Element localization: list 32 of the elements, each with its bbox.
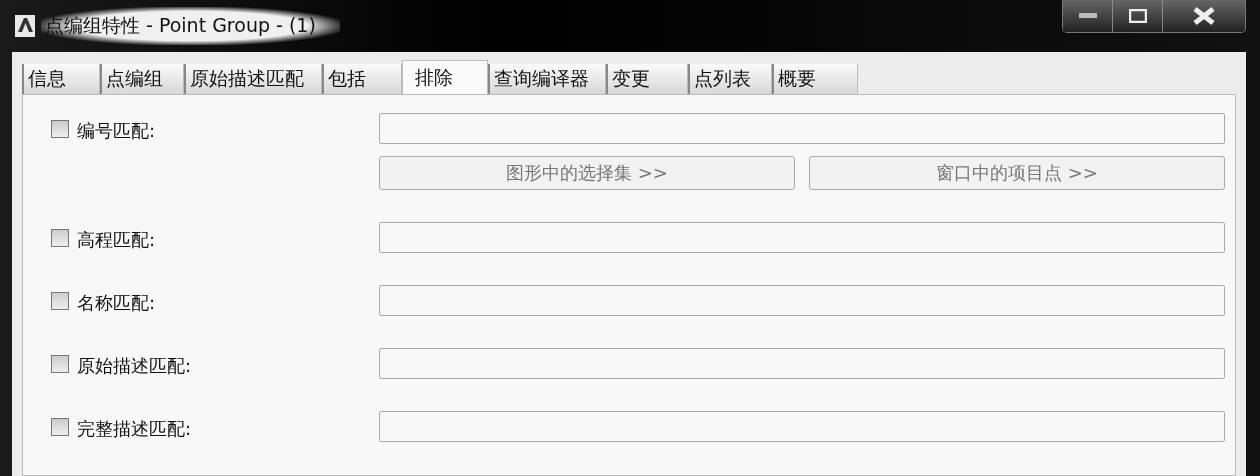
field-label: 编号匹配: [77,119,156,143]
tab[interactable]: 变更 [606,64,688,94]
minimize-button[interactable] [1063,0,1113,32]
checkbox[interactable] [51,120,69,138]
input-field[interactable] [379,348,1225,379]
maximize-icon [1128,9,1147,23]
minimize-icon [1078,13,1097,19]
field-label: 名称匹配: [77,291,156,315]
tab[interactable]: 包括 [322,64,402,94]
checkbox[interactable] [51,355,69,373]
tab[interactable]: 原始描述匹配 [184,64,322,94]
field-label: 原始描述匹配: [77,354,192,378]
checkbox[interactable] [51,292,69,310]
close-button[interactable] [1163,0,1245,32]
tab[interactable]: 概要 [772,64,858,94]
tab[interactable]: 排除 [402,60,488,94]
close-icon [1192,7,1216,25]
field-label: 完整描述匹配: [77,417,192,441]
input-field[interactable] [379,285,1225,316]
window-title: 点编组特性 - Point Group - (1) [41,7,340,45]
tab[interactable]: 查询编译器 [488,64,606,94]
input-field[interactable] [379,411,1225,442]
input-field[interactable] [379,222,1225,253]
checkbox[interactable] [51,229,69,247]
maximize-button[interactable] [1113,0,1163,32]
tab[interactable]: 点编组 [100,64,184,94]
app-letter-icon [15,15,35,37]
checkbox[interactable] [51,418,69,436]
field-label: 高程匹配: [77,228,156,252]
tab[interactable]: 点列表 [688,64,772,94]
tab[interactable]: 信息 [22,64,100,94]
input-field[interactable] [379,113,1225,144]
